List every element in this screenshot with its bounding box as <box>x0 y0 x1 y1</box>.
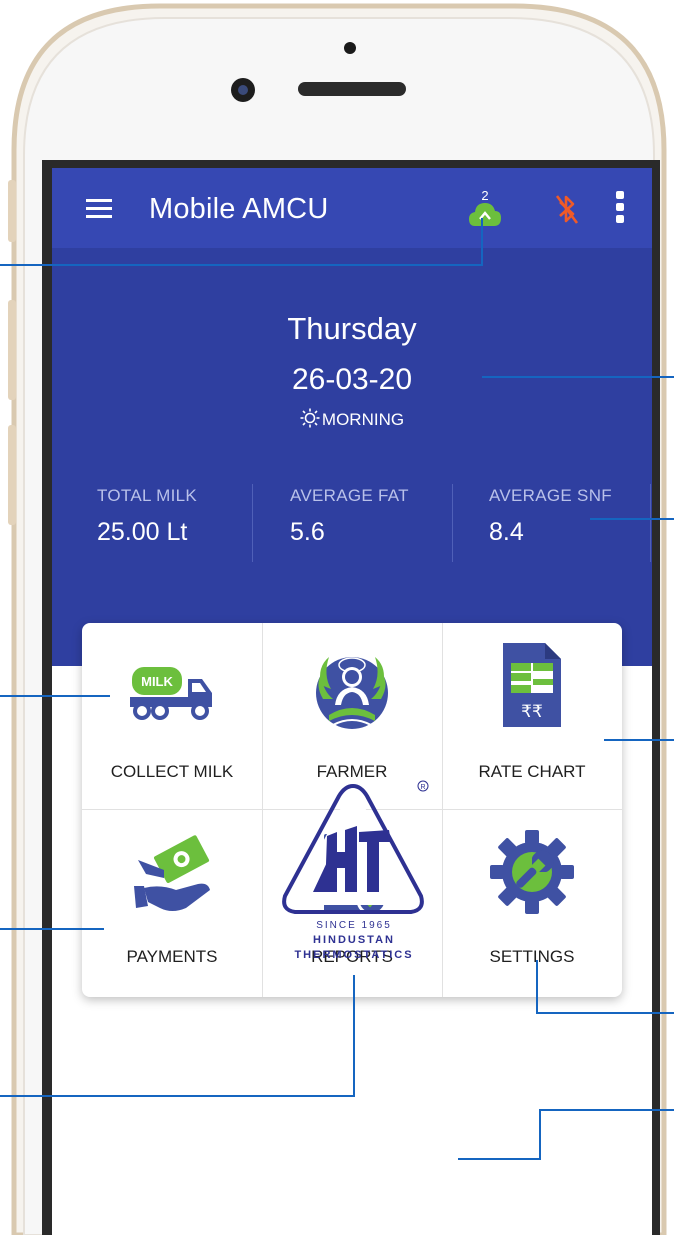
rate-chart-icon: ₹₹ <box>503 643 561 727</box>
date-label: 26-03-20 <box>291 363 413 396</box>
settings-gear-wrench-icon <box>490 830 574 914</box>
stat-total-milk: TOTAL MILK 25.00 Lt <box>97 486 197 566</box>
app-title: Mobile AMCU <box>149 193 329 225</box>
stat-average-fat: AVERAGE FAT 5.6 <box>290 486 409 566</box>
svg-text:₹₹: ₹₹ <box>521 702 543 722</box>
shift-indicator: MORNING <box>52 408 652 430</box>
hamburger-menu-icon[interactable] <box>84 196 114 220</box>
tile-rate-chart[interactable]: ₹₹ RATE CHART <box>442 623 622 810</box>
stat-value: 8.4 <box>489 518 524 546</box>
svg-text:R: R <box>420 784 425 791</box>
stat-value: 5.6 <box>290 518 325 546</box>
tile-label: PAYMENTS <box>126 947 218 966</box>
sun-icon <box>300 408 320 428</box>
sync-count-badge: 2 <box>481 190 488 203</box>
svg-text:MILK: MILK <box>141 674 173 689</box>
bluetooth-disabled-icon[interactable] <box>554 190 580 228</box>
brand-since: SINCE 1965 <box>316 920 392 931</box>
app-screen: Mobile AMCU 2 Thursday 26-03-20 MORNING … <box>52 168 652 1235</box>
app-bar: Mobile AMCU 2 <box>52 168 652 248</box>
stat-divider <box>650 484 651 562</box>
brand-name-line2: THERMOSTATICS <box>294 949 414 961</box>
cloud-sync-icon[interactable]: 2 <box>468 190 502 230</box>
brand-name-line1: HINDUSTAN <box>313 934 395 946</box>
milk-tanker-truck-icon: MILK <box>130 667 212 720</box>
tile-label: RATE CHART <box>478 762 586 781</box>
day-label: Thursday <box>287 311 417 346</box>
farmer-icon <box>316 657 388 729</box>
stat-divider <box>252 484 253 562</box>
ht-logo: R <box>282 780 429 914</box>
stat-value: 25.00 Lt <box>97 518 188 546</box>
stat-label: TOTAL MILK <box>97 486 197 505</box>
stat-average-snf: AVERAGE SNF 8.4 <box>489 486 612 566</box>
tile-payments[interactable]: PAYMENTS <box>82 810 262 997</box>
tile-settings[interactable]: SETTINGS <box>442 810 622 997</box>
tile-collect-milk[interactable]: MILK COLLECT MILK <box>82 623 262 810</box>
tile-label: SETTINGS <box>489 947 575 966</box>
proximity-sensor <box>344 42 356 54</box>
payment-hand-icon <box>134 835 210 911</box>
tile-label: COLLECT MILK <box>110 762 234 781</box>
stat-divider <box>452 484 453 562</box>
stat-label: AVERAGE SNF <box>489 486 612 505</box>
shift-label: MORNING <box>321 410 405 429</box>
more-vertical-icon[interactable] <box>612 190 628 224</box>
earpiece-speaker <box>298 82 406 96</box>
stat-label: AVERAGE FAT <box>290 486 409 505</box>
